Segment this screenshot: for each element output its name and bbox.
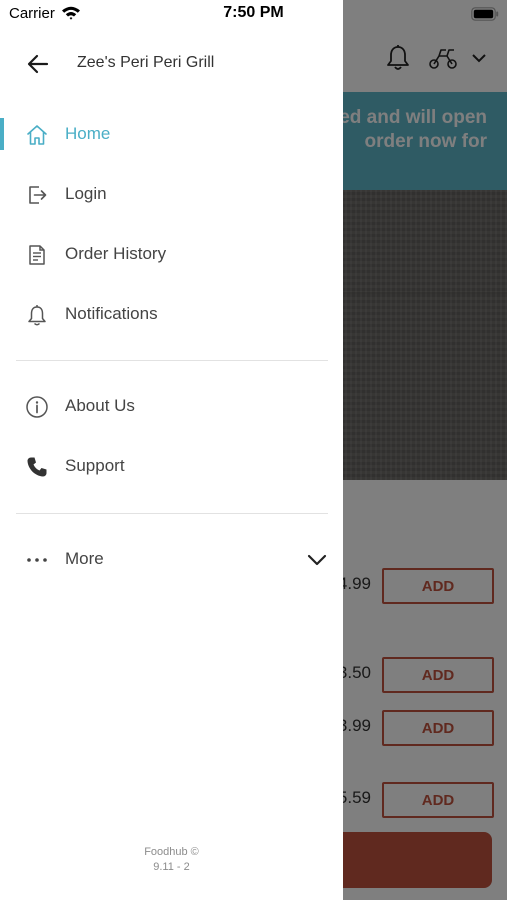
section-divider [16,513,328,514]
app-footer: Foodhub © 9.11 - 2 [0,845,343,875]
nav-item-label: Home [65,124,111,143]
receipt-icon [24,242,50,268]
battery-icon [471,7,499,21]
footer-brand: Foodhub © [144,846,199,858]
nav-item-label: Order History [65,244,167,263]
nav-item-support[interactable]: Support [0,438,343,494]
nav-item-home[interactable]: Home [0,106,343,162]
home-icon [24,122,50,148]
nav-item-label: Support [65,456,125,475]
nav-item-order-history[interactable]: Order History [0,226,343,282]
nav-item-label: About Us [65,396,135,415]
chevron-down-icon[interactable] [306,549,328,571]
nav-item-label: Login [65,184,107,203]
back-button[interactable] [24,50,52,78]
nav-item-label: Notifications [65,304,158,323]
status-bar: Carrier 7:50 PM [0,0,507,28]
active-indicator [0,118,4,150]
navigation-drawer: Zee's Peri Peri Grill Home Login Order H… [0,0,343,900]
clock: 7:50 PM [223,4,284,21]
nav-item-about-us[interactable]: About Us [0,378,343,434]
nav-item-label: More [65,549,104,568]
drawer-header: Zee's Peri Peri Grill [0,40,343,88]
login-icon [24,182,50,208]
restaurant-name: Zee's Peri Peri Grill [77,54,215,71]
phone-icon [24,454,50,480]
nav-item-more[interactable]: More [0,531,343,587]
info-icon [24,394,50,420]
section-divider [16,360,328,361]
ellipsis-icon [24,547,50,573]
nav-item-notifications[interactable]: Notifications [0,286,343,342]
bell-icon [24,302,50,328]
nav-item-login[interactable]: Login [0,166,343,222]
arrow-left-icon [27,54,49,74]
footer-version: 9.11 - 2 [153,861,190,873]
